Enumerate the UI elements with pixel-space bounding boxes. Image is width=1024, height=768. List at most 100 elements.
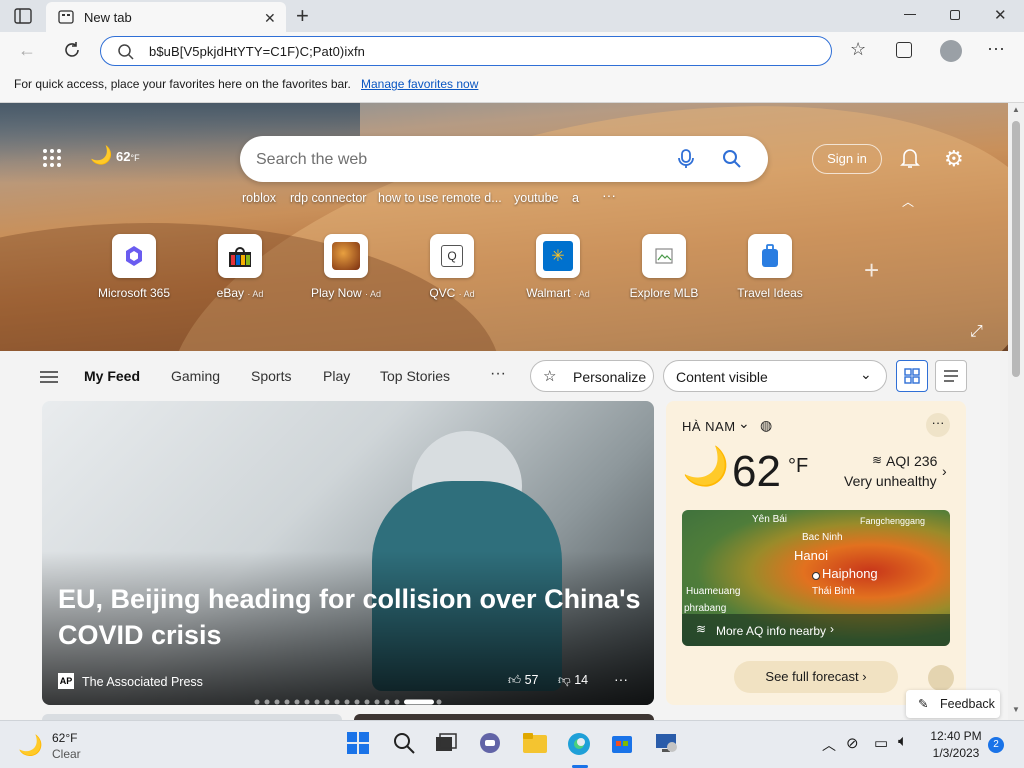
search-suggestion[interactable]: a bbox=[572, 191, 579, 205]
address-bar[interactable]: b$uB[V5pkjdHtYTY=C1F)C;Pat0)ixfn bbox=[100, 36, 832, 66]
search-suggestion[interactable]: youtube bbox=[514, 191, 558, 205]
task-view-icon[interactable] bbox=[434, 731, 462, 759]
close-tab-icon[interactable]: ✕ bbox=[264, 10, 276, 27]
image-placeholder-icon bbox=[642, 234, 686, 278]
like-button[interactable]: 👍︎ 57 bbox=[508, 673, 538, 688]
quick-link-play-now[interactable]: Play Now · Ad bbox=[296, 234, 396, 300]
more-suggestions-icon[interactable]: ··· bbox=[602, 187, 616, 203]
story-title[interactable]: EU, Beijing heading for collision over C… bbox=[58, 581, 648, 653]
more-aq-bar[interactable]: ≋ More AQ info nearby › bbox=[682, 614, 950, 646]
search-suggestion[interactable]: how to use remote d... bbox=[378, 191, 502, 205]
collections-icon[interactable] bbox=[896, 42, 912, 58]
clock-date: 1/3/2023 bbox=[932, 746, 980, 760]
volume-icon[interactable]: 🔈︎ bbox=[898, 733, 908, 751]
tab-gaming[interactable]: Gaming bbox=[171, 368, 220, 384]
list-view-button[interactable] bbox=[935, 360, 967, 392]
notification-badge[interactable]: 2 bbox=[988, 737, 1004, 753]
display-icon[interactable]: ▭ bbox=[874, 734, 888, 752]
hero-weather[interactable]: 🌙 62°F bbox=[90, 145, 140, 166]
scrollbar-thumb[interactable] bbox=[1012, 121, 1020, 377]
aqi-map[interactable]: Yên Bái Bac Ninh Fangchenggang Hanoi Hai… bbox=[682, 510, 950, 646]
notification-count: 2 bbox=[993, 739, 999, 750]
restore-icon[interactable] bbox=[950, 10, 960, 20]
weather-location[interactable]: HÀ NAM bbox=[682, 419, 736, 434]
dislike-button[interactable]: 👎︎ 14 bbox=[558, 673, 588, 688]
chat-icon[interactable] bbox=[478, 731, 506, 759]
hamburger-menu-icon[interactable] bbox=[40, 370, 58, 387]
search-suggestion[interactable]: roblox bbox=[242, 191, 276, 205]
show-hidden-icons-chevron[interactable]: ︿ bbox=[822, 735, 836, 755]
quick-link-travel-ideas[interactable]: Travel Ideas bbox=[720, 234, 820, 300]
microsoft-store-icon[interactable] bbox=[610, 731, 638, 759]
favorites-star-icon[interactable]: ☆ bbox=[850, 39, 866, 60]
taskbar-search-icon[interactable] bbox=[392, 731, 420, 759]
search-suggestion[interactable]: rdp connector bbox=[290, 191, 366, 205]
search-input[interactable]: Search the web bbox=[256, 151, 367, 169]
aqi-value[interactable]: AQI 236 bbox=[886, 453, 937, 469]
taskbar-weather-desc: Clear bbox=[52, 747, 81, 761]
globe-icon[interactable]: ◍ bbox=[760, 417, 772, 434]
more-tabs-icon[interactable]: ··· bbox=[490, 365, 506, 383]
quick-link-explore-mlb[interactable]: Explore MLB bbox=[614, 234, 714, 300]
address-input[interactable]: b$uB[V5pkjdHtYTY=C1F)C;Pat0)ixfn bbox=[149, 44, 365, 59]
sign-in-button[interactable]: Sign in bbox=[812, 144, 882, 174]
quick-link-ebay[interactable]: eBay · Ad bbox=[190, 234, 290, 300]
add-quick-link-icon[interactable]: + bbox=[864, 255, 879, 286]
grid-view-button[interactable] bbox=[896, 360, 928, 392]
start-windows-icon[interactable] bbox=[346, 731, 374, 759]
expand-icon[interactable]: ⤢ bbox=[970, 323, 983, 341]
tile-ad-badge: · Ad bbox=[365, 289, 382, 299]
dislike-count: 14 bbox=[574, 673, 589, 687]
feedback-button[interactable]: ✎ Feedback bbox=[906, 690, 1000, 718]
story-more-icon[interactable]: ··· bbox=[614, 671, 628, 687]
microphone-icon[interactable] bbox=[678, 149, 694, 172]
web-search-box[interactable]: Search the web bbox=[240, 136, 768, 182]
profile-avatar[interactable] bbox=[940, 40, 962, 62]
edge-browser-icon[interactable] bbox=[566, 731, 594, 759]
tab-new-tab[interactable]: New tab ✕ bbox=[46, 2, 286, 32]
apps-grid-icon[interactable] bbox=[42, 148, 62, 171]
map-location-dot bbox=[812, 572, 820, 580]
settings-gear-icon[interactable]: ⚙ bbox=[944, 146, 964, 172]
quick-link-microsoft365[interactable]: Microsoft 365 bbox=[84, 234, 184, 300]
network-icon[interactable]: ⊘ bbox=[846, 734, 859, 752]
scroll-down-arrow-icon[interactable]: ▼ bbox=[1012, 705, 1020, 714]
full-forecast-button[interactable]: See full forecast › bbox=[734, 661, 898, 693]
tab-top-stories[interactable]: Top Stories bbox=[380, 368, 450, 384]
tile-ad-badge: · Ad bbox=[458, 289, 475, 299]
page-scrollbar[interactable]: ▲ ▼ bbox=[1008, 103, 1024, 720]
more-menu-icon[interactable]: ··· bbox=[987, 38, 1005, 59]
search-submit-icon[interactable] bbox=[722, 149, 742, 172]
new-tab-plus-icon[interactable]: + bbox=[296, 3, 309, 29]
carousel-indicator[interactable] bbox=[254, 699, 444, 705]
tab-play[interactable]: Play bbox=[323, 368, 350, 384]
weather-card[interactable]: HÀ NAM ⌄ ◍ ··· 🌙 62 °F ≋ AQI 236 Very un… bbox=[666, 401, 966, 705]
personalize-button[interactable]: ☆ Personalize bbox=[530, 360, 654, 392]
back-icon[interactable]: ← bbox=[18, 40, 36, 61]
carousel-dots bbox=[254, 693, 444, 705]
collapse-chevron-icon[interactable]: ︿ bbox=[902, 193, 914, 210]
minimize-icon[interactable] bbox=[904, 14, 916, 15]
quick-link-qvc[interactable]: Q QVC · Ad bbox=[402, 234, 502, 300]
main-story-card[interactable]: EU, Beijing heading for collision over C… bbox=[42, 401, 654, 705]
notifications-bell-icon[interactable] bbox=[900, 147, 920, 172]
weather-more-icon[interactable]: ··· bbox=[926, 413, 950, 437]
quick-link-walmart[interactable]: ✳ Walmart · Ad bbox=[508, 234, 608, 300]
tab-sports[interactable]: Sports bbox=[251, 368, 291, 384]
clock[interactable]: 12:40 PM 1/3/2023 bbox=[928, 729, 984, 760]
content-visibility-dropdown[interactable]: Content visible ⌄ bbox=[663, 360, 887, 392]
file-explorer-icon[interactable] bbox=[522, 731, 550, 759]
tab-actions-icon[interactable] bbox=[14, 8, 32, 24]
hero-weather-temp: 62 bbox=[116, 149, 131, 164]
ebay-bag-icon bbox=[218, 234, 262, 278]
tab-my-feed[interactable]: My Feed bbox=[84, 368, 140, 384]
remote-desktop-icon[interactable] bbox=[654, 731, 682, 759]
refresh-icon[interactable] bbox=[62, 40, 82, 63]
story-source[interactable]: The Associated Press bbox=[82, 675, 203, 689]
aqi-chevron-icon[interactable]: › bbox=[942, 463, 947, 479]
weather-assistant-avatar[interactable] bbox=[928, 665, 954, 691]
scroll-up-arrow-icon[interactable]: ▲ bbox=[1012, 105, 1020, 114]
close-window-icon[interactable]: ✕ bbox=[994, 6, 1007, 24]
manage-favorites-link[interactable]: Manage favorites now bbox=[361, 77, 478, 91]
location-chevron-icon[interactable]: ⌄ bbox=[738, 415, 750, 432]
